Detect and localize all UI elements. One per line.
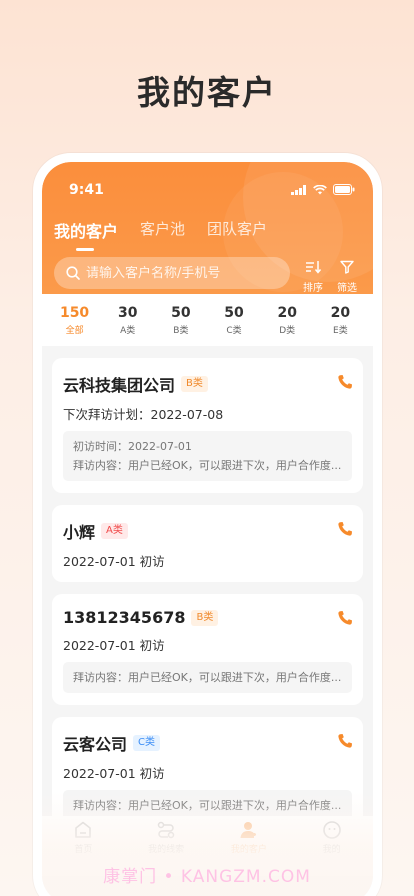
category-badge: B类 — [191, 609, 219, 626]
tab-my-customers[interactable]: 我的客户 — [54, 218, 118, 251]
filter-label: 筛选 — [337, 283, 357, 294]
sort-icon — [306, 261, 322, 274]
home-icon — [75, 821, 92, 838]
tabbar-my-customers[interactable]: 我的客户 — [214, 820, 284, 855]
customer-icon — [240, 822, 256, 838]
header-banner: 9:41 我的客户 客户池 团队客户 排序 — [42, 162, 373, 294]
tabbar-profile[interactable]: 我的 — [297, 820, 367, 855]
page-headline: 我的客户 — [137, 73, 277, 112]
visit-date: 2022-07-01 初访 — [63, 638, 165, 653]
category-badge: A类 — [101, 523, 128, 539]
sort-label: 排序 — [303, 283, 323, 294]
visit-date: 2022-07-01 初访 — [63, 554, 165, 569]
count-b[interactable]: 50 B类 — [158, 305, 204, 336]
profile-icon — [322, 821, 341, 839]
customer-card[interactable]: 云科技集团公司 B类 下次拜访计划：2022-07-08 初访时间：2022-07… — [52, 358, 363, 493]
status-time: 9:41 — [69, 182, 104, 198]
filter-button[interactable]: 筛选 — [334, 259, 360, 294]
phone-icon[interactable] — [337, 374, 353, 390]
search-icon — [66, 266, 80, 280]
tabbar-home[interactable]: 首页 — [48, 820, 118, 855]
visit-note: 拜访内容：用户已经OK，可以跟进下次，用户合作度... — [63, 662, 352, 693]
customer-name: 13812345678 — [63, 608, 186, 627]
category-badge: C类 — [133, 735, 160, 751]
count-a[interactable]: 30 A类 — [105, 305, 151, 336]
tabbar-leads[interactable]: 我的线索 — [131, 820, 201, 855]
watermark-text: 康掌门 • KANGZM.COM — [103, 867, 311, 887]
visit-plan: 下次拜访计划：2022-07-08 — [63, 407, 224, 422]
customer-list: 云科技集团公司 B类 下次拜访计划：2022-07-08 初访时间：2022-07… — [52, 358, 363, 845]
customer-card[interactable]: 小辉 A类 2022-07-01 初访 — [52, 505, 363, 582]
sort-button[interactable]: 排序 — [300, 259, 326, 294]
category-counts: 150 全部 30 A类 50 B类 50 C类 20 D类 20 E类 — [42, 294, 373, 346]
customer-name: 云科技集团公司 — [63, 376, 176, 395]
leads-icon — [157, 821, 175, 839]
wifi-icon — [313, 184, 327, 194]
category-badge: B类 — [181, 376, 208, 392]
signal-icon — [291, 184, 306, 195]
phone-mockup: 9:41 我的客户 客户池 团队客户 排序 — [33, 153, 382, 896]
filter-icon — [340, 260, 354, 274]
count-c[interactable]: 50 C类 — [211, 305, 257, 336]
count-all[interactable]: 150 全部 — [52, 305, 98, 336]
count-e[interactable]: 20 E类 — [317, 305, 363, 336]
status-bar: 9:41 — [42, 162, 373, 202]
customer-card[interactable]: 13812345678 B类 2022-07-01 初访 拜访内容：用户已经OK，… — [52, 594, 363, 705]
phone-icon[interactable] — [337, 610, 353, 626]
search-box[interactable] — [54, 257, 290, 289]
visit-note: 初访时间：2022-07-01 拜访内容：用户已经OK，可以跟进下次，用户合作度… — [63, 431, 352, 481]
visit-date: 2022-07-01 初访 — [63, 766, 165, 781]
tab-customer-pool[interactable]: 客户池 — [140, 218, 185, 242]
tab-team-customers[interactable]: 团队客户 — [207, 218, 267, 242]
customer-name: 小辉 — [63, 523, 96, 542]
search-input[interactable] — [86, 265, 276, 281]
customer-tabs: 我的客户 客户池 团队客户 — [54, 218, 289, 251]
customer-name: 云客公司 — [63, 735, 128, 754]
count-d[interactable]: 20 D类 — [264, 305, 310, 336]
phone-icon[interactable] — [337, 733, 353, 749]
phone-icon[interactable] — [337, 521, 353, 537]
status-icons — [291, 184, 355, 195]
battery-icon — [333, 184, 355, 195]
app-screen: 9:41 我的客户 客户池 团队客户 排序 — [42, 162, 373, 896]
